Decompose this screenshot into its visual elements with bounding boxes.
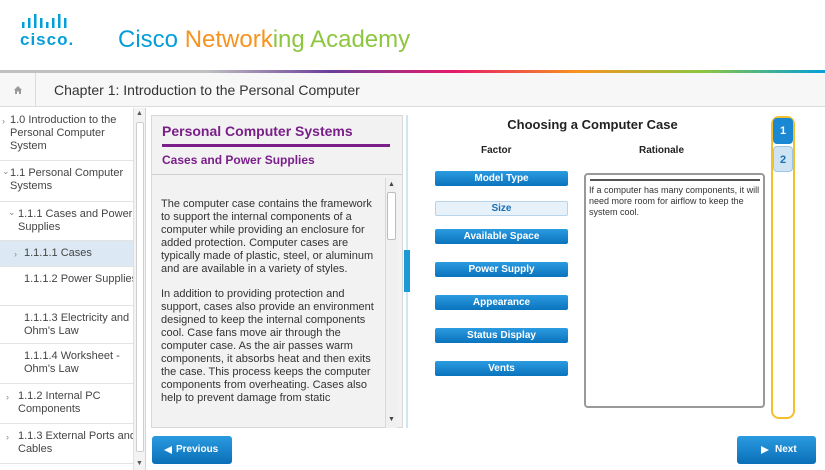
header: cisco. Cisco Networking Academy: [0, 0, 825, 70]
factor-power-supply-button[interactable]: Power Supply: [435, 262, 568, 277]
sidebar-item-electricity[interactable]: 1.1.1.3 Electricity and Ohm's Law: [0, 306, 145, 344]
sidebar-item-cases[interactable]: › 1.1.1.1 Cases: [0, 241, 145, 267]
sidebar: › 1.0 Introduction to the Personal Compu…: [0, 108, 146, 470]
cisco-logo-text: cisco.: [20, 30, 75, 49]
sidebar-item-power-supplies[interactable]: 1.1.1.2 Power Supplies: [0, 267, 145, 306]
scroll-down-icon[interactable]: ▼: [136, 460, 143, 467]
rationale-box: If a computer has many components, it wi…: [584, 173, 765, 408]
academy-title: Cisco Networking Academy: [118, 26, 411, 53]
sidebar-item-label: 1.1.1.1 Cases: [24, 247, 92, 259]
activity-title: Choosing a Computer Case: [507, 117, 678, 132]
factor-appearance-button[interactable]: Appearance: [435, 295, 568, 310]
sidebar-item-worksheet[interactable]: 1.1.1.4 Worksheet - Ohm's Law: [0, 344, 145, 384]
arrow-left-icon: [164, 446, 172, 454]
chevron-right-icon: ›: [6, 392, 9, 402]
sidebar-scrollbar[interactable]: ▲ ▼: [133, 108, 145, 470]
cisco-bars-icon: [22, 14, 67, 28]
sidebar-item-introduction[interactable]: › 1.0 Introduction to the Personal Compu…: [0, 108, 145, 161]
chevron-right-icon: ›: [14, 249, 17, 259]
sidebar-item-pc-systems[interactable]: ⌄ 1.1 Personal Computer Systems: [0, 161, 145, 202]
previous-label: Previous: [176, 444, 219, 455]
factor-header: Factor: [481, 145, 512, 156]
factor-vents-button[interactable]: Vents: [435, 361, 568, 376]
paragraph: The computer case contains the framework…: [161, 198, 374, 275]
sidebar-item-label: 1.1.2 Internal PC Components: [18, 390, 101, 415]
rationale-header: Rationale: [639, 145, 685, 156]
content-title: Personal Computer Systems: [162, 123, 353, 139]
chapter-title: Chapter 1: Introduction to the Personal …: [54, 82, 360, 98]
sidebar-item-cases-power[interactable]: ⌄ 1.1.1 Cases and Power Supplies: [0, 202, 145, 241]
chevron-right-icon: ›: [2, 116, 5, 126]
home-icon: [13, 86, 22, 94]
scroll-up-icon[interactable]: ▲: [136, 110, 143, 117]
chapter-bar: Chapter 1: Introduction to the Personal …: [0, 73, 825, 107]
content-scroll-thumb[interactable]: [387, 192, 396, 240]
scroll-up-icon[interactable]: ▲: [388, 181, 395, 188]
rationale-divider: [590, 179, 760, 181]
next-button[interactable]: Next: [737, 436, 816, 464]
factor-model-type-button[interactable]: Model Type: [435, 171, 568, 186]
rationale-text: If a computer has many components, it wi…: [589, 185, 760, 217]
page-tab-2[interactable]: 2: [773, 146, 793, 172]
sidebar-item-label: 1.1.1 Cases and Power Supplies: [18, 208, 133, 233]
home-button[interactable]: [0, 73, 36, 107]
sidebar-item-internal-components[interactable]: › 1.1.2 Internal PC Components: [0, 384, 145, 424]
scroll-down-icon[interactable]: ▼: [388, 416, 395, 423]
sidebar-item-label: 1.1.1.3 Electricity and Ohm's Law: [24, 312, 130, 337]
content-subtitle: Cases and Power Supplies: [162, 153, 315, 167]
chevron-down-icon: ⌄: [8, 207, 16, 217]
factor-size-button[interactable]: Size: [435, 201, 568, 216]
sidebar-item-external-ports[interactable]: › 1.1.3 External Ports and Cables: [0, 424, 145, 464]
arrow-right-icon: [761, 446, 769, 454]
factor-available-space-button[interactable]: Available Space: [435, 229, 568, 244]
sidebar-scroll-thumb[interactable]: [136, 122, 144, 452]
sidebar-item-label: 1.1.3 External Ports and Cables: [18, 430, 137, 455]
paragraph: In addition to providing protection and …: [161, 288, 374, 404]
sidebar-item-label: 1.1 Personal Computer Systems: [10, 167, 124, 192]
previous-button[interactable]: Previous: [152, 436, 232, 464]
content-scrollbar[interactable]: ▲ ▼: [385, 178, 397, 428]
content-panel: Personal Computer Systems Cases and Powe…: [151, 115, 403, 428]
sidebar-item-label: 1.1.1.4 Worksheet - Ohm's Law: [24, 350, 120, 375]
chevron-down-icon: ⌄: [2, 166, 10, 176]
next-label: Next: [775, 444, 797, 455]
sidebar-item-label: 1.0 Introduction to the Personal Compute…: [10, 114, 117, 152]
footer: Previous Next: [146, 430, 825, 470]
factor-status-display-button[interactable]: Status Display: [435, 328, 568, 343]
panel-resize-handle[interactable]: [404, 250, 410, 292]
header-separator: [152, 174, 402, 175]
page-tab-1[interactable]: 1: [773, 118, 793, 144]
title-divider: [162, 144, 390, 147]
sidebar-item-label: 1.1.1.2 Power Supplies: [24, 273, 138, 285]
chevron-right-icon: ›: [6, 432, 9, 442]
content-body: The computer case contains the framework…: [161, 198, 383, 417]
